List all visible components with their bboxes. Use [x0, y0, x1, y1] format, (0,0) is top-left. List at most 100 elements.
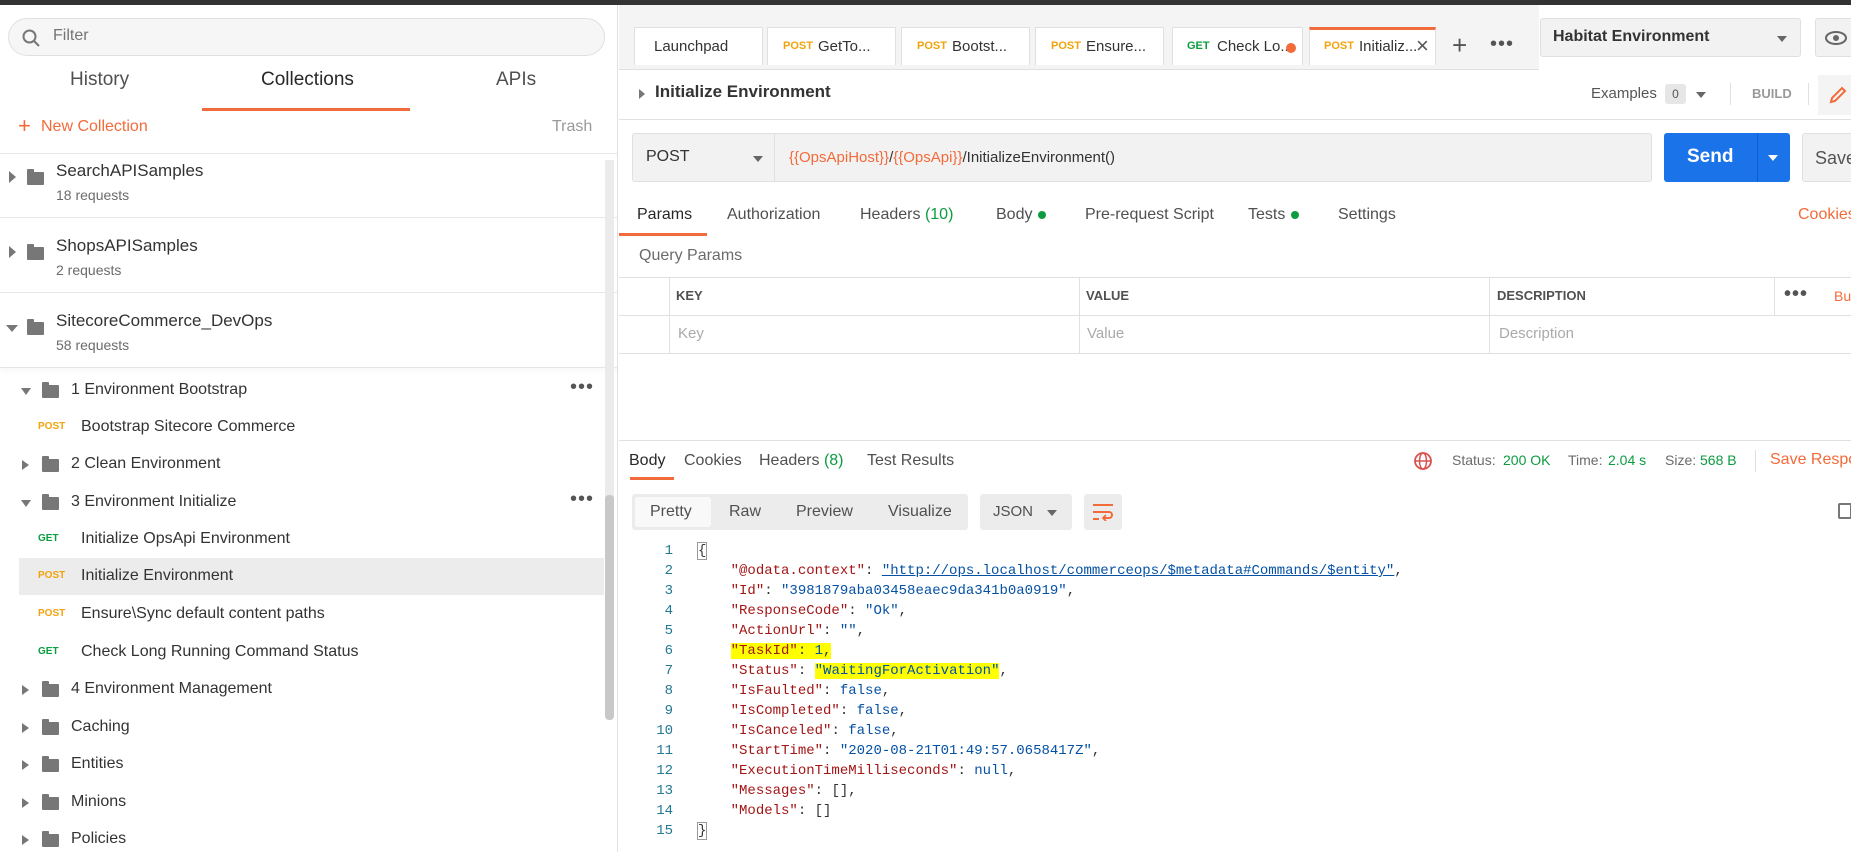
folder-item[interactable]: Entities — [0, 746, 604, 783]
folder-item[interactable]: 1 Environment Bootstrap ••• — [0, 372, 604, 409]
chevron-right-icon[interactable] — [22, 760, 29, 770]
tab-apis[interactable]: APIs — [496, 69, 536, 91]
odata-context-link[interactable]: "http://ops.localhost/commerceops/$metad… — [882, 563, 1394, 579]
wrap-lines-button[interactable] — [1084, 494, 1122, 530]
time-value[interactable]: 2.04 s — [1608, 452, 1646, 468]
url-input[interactable]: {{OpsApiHost}}/{{OpsApi}}/InitializeEnvi… — [775, 133, 1652, 182]
bulk-edit-link[interactable]: Bu — [1834, 288, 1851, 304]
folder-item[interactable]: 4 Environment Management — [0, 671, 604, 708]
sidebar-tabs: History Collections APIs — [0, 69, 618, 111]
sidebar: History Collections APIs + New Collectio… — [0, 5, 618, 852]
description-input[interactable]: Description — [1499, 325, 1574, 342]
method-select[interactable]: POST — [632, 133, 775, 182]
tab-response-headers[interactable]: Headers (8) — [759, 452, 844, 470]
request-title[interactable]: Initialize Environment — [655, 82, 831, 102]
request-item[interactable]: GET Initialize OpsApi Environment — [0, 521, 604, 558]
tab-method: POST — [1324, 40, 1354, 52]
key-input[interactable]: Key — [678, 325, 704, 342]
tab-response-cookies[interactable]: Cookies — [684, 452, 742, 470]
request-tab[interactable]: POST Bootst... — [901, 27, 1030, 65]
chevron-right-icon[interactable] — [639, 89, 645, 99]
request-item[interactable]: GET Check Long Running Command Status — [0, 634, 604, 671]
examples-button[interactable]: Examples — [1591, 85, 1657, 102]
new-tab-plus-icon[interactable]: + — [1452, 30, 1467, 61]
language-select[interactable]: JSON — [980, 494, 1072, 530]
chevron-right-icon[interactable] — [22, 460, 29, 470]
sidebar-scrollbar-thumb[interactable] — [605, 495, 614, 720]
collection-item-expanded[interactable]: SitecoreCommerce_DevOps 58 requests — [0, 303, 605, 365]
folder-name: 2 Clean Environment — [71, 455, 221, 472]
chevron-down-icon[interactable] — [1696, 92, 1706, 98]
build-mode-label[interactable]: BUILD — [1752, 86, 1792, 101]
environment-select[interactable]: Habitat Environment — [1540, 18, 1801, 57]
chevron-right-icon[interactable] — [22, 685, 29, 695]
chevron-right-icon[interactable] — [22, 723, 29, 733]
size-value[interactable]: 568 B — [1700, 452, 1737, 468]
request-item-selected[interactable]: POST Initialize Environment — [19, 558, 604, 595]
save-response-button[interactable]: Save Respo — [1770, 451, 1851, 469]
chevron-right-icon[interactable] — [9, 171, 16, 183]
tab-authorization[interactable]: Authorization — [727, 206, 820, 224]
format-preview[interactable]: Preview — [796, 503, 853, 521]
format-raw[interactable]: Raw — [729, 503, 761, 521]
chevron-right-icon[interactable] — [9, 246, 16, 258]
tab-history[interactable]: History — [70, 69, 129, 91]
chevron-right-icon[interactable] — [22, 798, 29, 808]
folder-item[interactable]: 2 Clean Environment — [0, 446, 604, 483]
tab-collections[interactable]: Collections — [261, 69, 354, 91]
folder-item[interactable]: 3 Environment Initialize ••• — [0, 484, 604, 521]
divider — [619, 315, 1851, 316]
request-tab[interactable]: GET Check Lo... — [1172, 27, 1303, 65]
close-icon[interactable]: × — [1416, 33, 1429, 59]
request-item[interactable]: POST Ensure\Sync default content paths — [0, 596, 604, 633]
more-options-icon[interactable]: ••• — [570, 376, 594, 399]
tab-settings[interactable]: Settings — [1338, 206, 1396, 224]
status-value[interactable]: 200 OK — [1503, 452, 1550, 468]
more-options-icon[interactable]: ••• — [1784, 283, 1808, 306]
url-variable: {{OpsApiHost}} — [789, 149, 890, 166]
request-tab-active[interactable]: POST Initializ... × — [1309, 27, 1436, 65]
chevron-down-icon[interactable] — [6, 325, 18, 332]
format-pretty[interactable]: Pretty — [650, 503, 692, 521]
tab-options-icon[interactable]: ••• — [1490, 33, 1514, 56]
value-input[interactable]: Value — [1087, 325, 1124, 342]
tab-headers[interactable]: Headers (10) — [860, 206, 953, 224]
tab-tests[interactable]: Tests — [1248, 206, 1300, 224]
tab-params[interactable]: Params — [637, 206, 692, 224]
cookies-link[interactable]: Cookies — [1798, 206, 1851, 224]
divider — [0, 367, 618, 368]
chevron-down-icon[interactable] — [21, 388, 31, 395]
tab-body[interactable]: Body — [996, 206, 1047, 224]
request-tab[interactable]: POST GetTo... — [767, 27, 896, 65]
chevron-down-icon[interactable] — [1768, 155, 1778, 161]
request-tab[interactable]: POST Ensure... — [1035, 27, 1164, 65]
filter-box[interactable] — [8, 18, 605, 56]
folder-item[interactable]: Caching — [0, 709, 604, 746]
divider — [1774, 277, 1775, 315]
folder-name: Policies — [71, 830, 127, 847]
tab-launchpad[interactable]: Launchpad — [634, 27, 763, 65]
line-number: 9 — [664, 703, 673, 719]
copy-icon[interactable] — [1838, 503, 1851, 519]
globe-icon[interactable] — [1413, 451, 1433, 471]
filter-input[interactable] — [53, 27, 573, 45]
tab-pre-request-script[interactable]: Pre-request Script — [1085, 206, 1214, 224]
folder-item[interactable]: Minions — [0, 784, 604, 821]
environment-quick-look-button[interactable] — [1815, 18, 1851, 57]
trash-link[interactable]: Trash — [552, 118, 592, 136]
chevron-right-icon[interactable] — [22, 835, 29, 845]
save-label: Save — [1815, 148, 1851, 168]
tab-test-results[interactable]: Test Results — [867, 452, 954, 470]
folder-item[interactable]: Policies — [0, 821, 604, 858]
chevron-down-icon[interactable] — [21, 500, 31, 507]
collection-item[interactable]: ShopsAPISamples 2 requests — [0, 228, 605, 290]
save-button[interactable]: Save — [1802, 133, 1851, 182]
format-visualize[interactable]: Visualize — [888, 503, 952, 521]
request-name: Initialize OpsApi Environment — [81, 530, 290, 547]
request-item[interactable]: POST Bootstrap Sitecore Commerce — [0, 409, 604, 446]
edit-mode-button[interactable] — [1818, 75, 1851, 115]
tab-response-body[interactable]: Body — [629, 452, 665, 470]
more-options-icon[interactable]: ••• — [570, 488, 594, 511]
collection-item[interactable]: SearchAPISamples 18 requests — [0, 153, 605, 215]
send-button[interactable]: Send — [1664, 133, 1790, 182]
